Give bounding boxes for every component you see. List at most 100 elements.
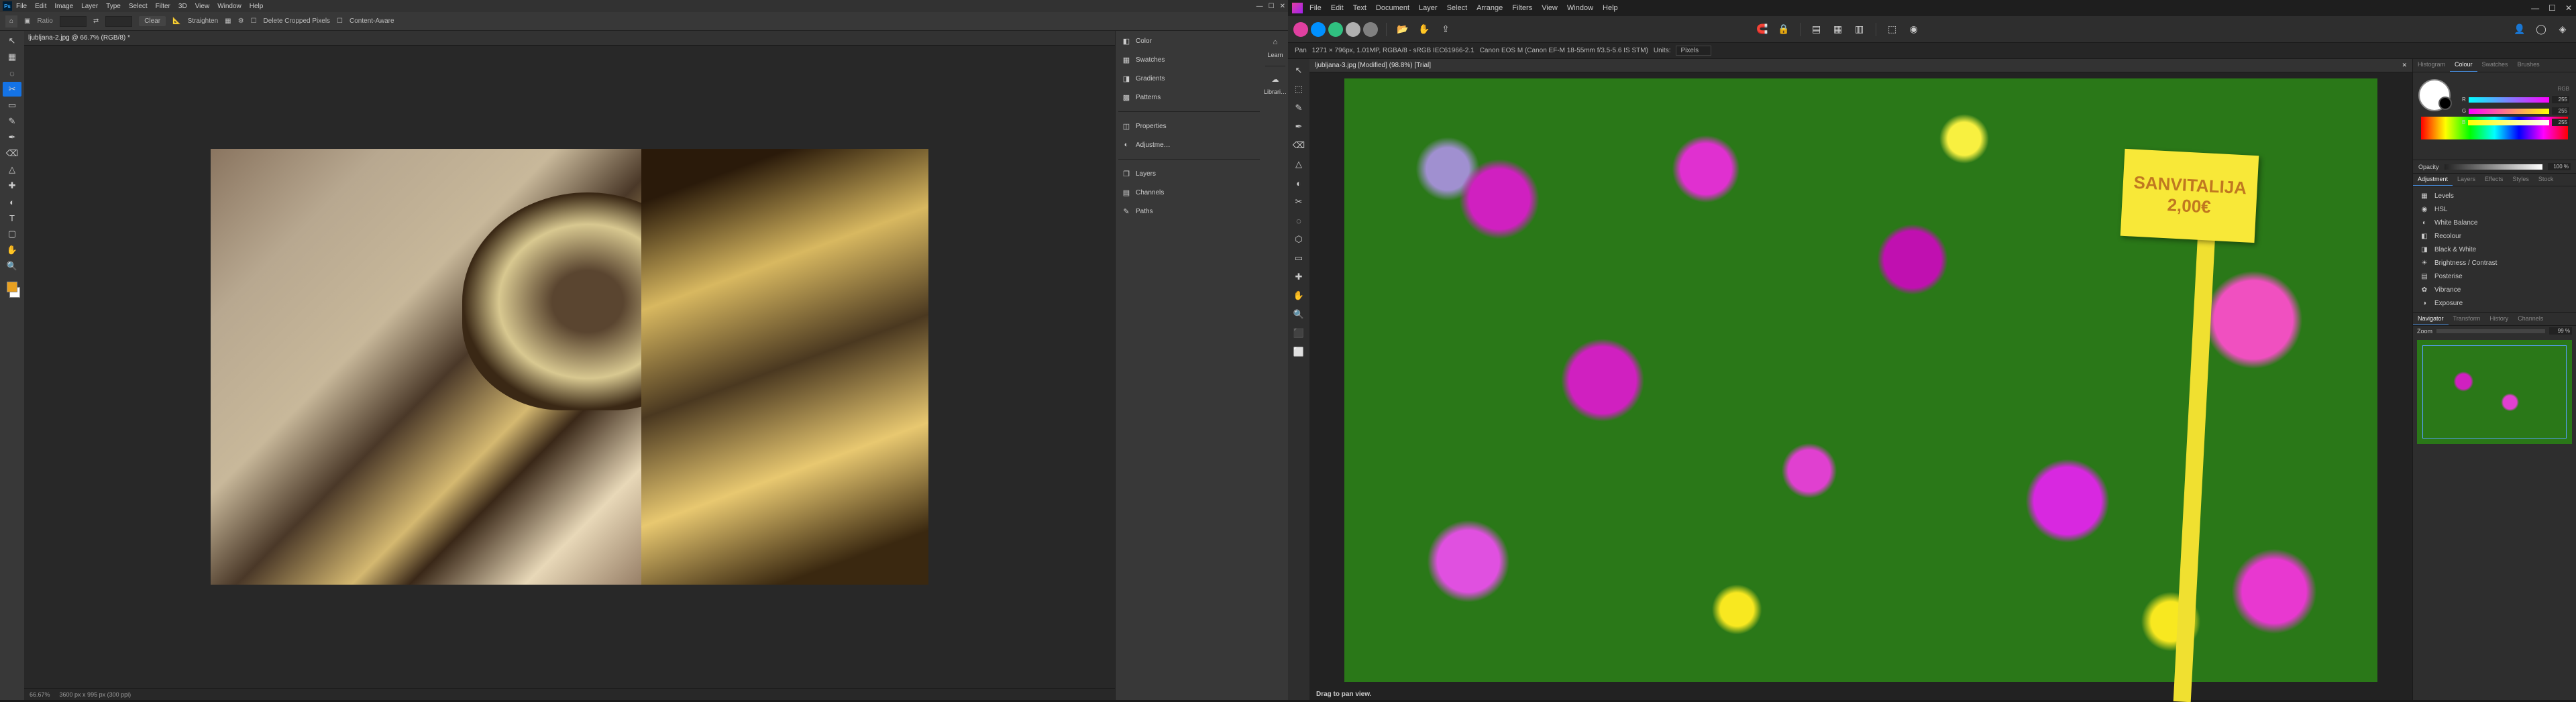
align-right-icon[interactable]: ▥ — [1851, 21, 1868, 38]
clear-button[interactable]: Clear — [139, 16, 166, 26]
panel-gradients[interactable]: ◨Gradients — [1118, 71, 1260, 86]
open-icon[interactable]: 📂 — [1395, 21, 1411, 38]
tab-swatches[interactable]: Swatches — [2477, 59, 2513, 72]
color-swatch-fg[interactable] — [7, 282, 17, 292]
delete-cropped-label[interactable]: Delete Cropped Pixels — [264, 17, 331, 25]
align-center-icon[interactable]: ▦ — [1830, 21, 1846, 38]
clone-tool[interactable]: ✚ — [3, 178, 21, 193]
move-tool[interactable]: ↖ — [3, 34, 21, 48]
panel-learn[interactable]: ⌂Learn — [1263, 35, 1288, 60]
af-menu-arrange[interactable]: Arrange — [1477, 4, 1503, 12]
rgb-mode-label[interactable]: RGB — [2462, 86, 2569, 92]
ps-menu-window[interactable]: Window — [217, 3, 241, 10]
b-slider[interactable] — [2468, 120, 2549, 125]
panel-adjustments[interactable]: ◐Adjustme… — [1118, 137, 1260, 152]
ps-document-tab[interactable]: ljubljana-2.jpg @ 66.7% (RGB/8) * — [24, 31, 1115, 46]
maximize-icon[interactable]: ☐ — [1269, 3, 1275, 10]
tab-close-icon[interactable]: ✕ — [2402, 62, 2407, 69]
af-document-tab[interactable]: ljubljana-3.jpg [Modified] (98.8%) [Tria… — [1309, 59, 2412, 72]
move-tool[interactable]: ↖ — [1290, 62, 1307, 79]
zoom-tool[interactable]: 🔍 — [3, 259, 21, 274]
fill-tool[interactable]: △ — [1290, 156, 1307, 173]
close-icon[interactable]: ✕ — [2565, 3, 2572, 13]
af-menu-text[interactable]: Text — [1353, 4, 1366, 12]
tab-layers[interactable]: Layers — [2453, 174, 2480, 186]
ps-menu-file[interactable]: File — [16, 3, 27, 10]
assistant-icon[interactable]: 👤 — [2512, 21, 2528, 38]
rectangle-tool[interactable]: ▭ — [1290, 249, 1307, 267]
panel-layers[interactable]: ❐Layers — [1118, 166, 1260, 181]
persona-export[interactable] — [1363, 22, 1378, 37]
ps-menu-layer[interactable]: Layer — [81, 3, 98, 10]
dodge-tool[interactable]: ◐ — [3, 194, 21, 209]
crop-tool[interactable]: ✂ — [3, 82, 21, 97]
ps-canvas[interactable] — [24, 46, 1115, 688]
tab-transform[interactable]: Transform — [2449, 313, 2485, 325]
zoom-value[interactable]: 99 % — [2549, 327, 2572, 335]
adj-vibrance[interactable]: ✿Vibrance — [2413, 283, 2576, 296]
align-left-icon[interactable]: ▤ — [1809, 21, 1825, 38]
minimize-icon[interactable]: — — [2531, 3, 2539, 13]
ps-menu-help[interactable]: Help — [250, 3, 264, 10]
ps-menu-view[interactable]: View — [195, 3, 210, 10]
content-aware-label[interactable]: Content-Aware — [350, 17, 394, 25]
ps-menu-3d[interactable]: 3D — [178, 3, 187, 10]
zoom-tool[interactable]: 🔍 — [1290, 306, 1307, 323]
adj-hsl[interactable]: ◉HSL — [2413, 202, 2576, 216]
gradient-tool[interactable]: △ — [3, 162, 21, 177]
af-menu-document[interactable]: Document — [1376, 4, 1409, 12]
erase-tool[interactable]: ⌫ — [1290, 137, 1307, 154]
home-icon[interactable]: ⌂ — [5, 15, 17, 27]
maximize-icon[interactable]: ☐ — [2548, 3, 2556, 13]
persona-develop[interactable] — [1328, 22, 1343, 37]
tab-channels[interactable]: Channels — [2513, 313, 2548, 325]
adj-white-balance[interactable]: ◐White Balance — [2413, 216, 2576, 229]
tab-colour[interactable]: Colour — [2450, 59, 2477, 72]
panel-libraries[interactable]: ☁Librari… — [1263, 72, 1288, 97]
units-select[interactable]: Pixels — [1676, 46, 1711, 56]
g-value[interactable]: 255 — [2552, 107, 2569, 115]
pencil-tool[interactable]: ✎ — [1290, 99, 1307, 117]
share-icon[interactable]: ⇪ — [1438, 21, 1454, 38]
minimize-icon[interactable]: — — [1256, 3, 1263, 10]
opacity-value[interactable]: 100 % — [2548, 163, 2571, 170]
brush-tool[interactable]: ✒ — [1290, 118, 1307, 135]
account-icon[interactable]: ◯ — [2533, 21, 2549, 38]
opacity-slider[interactable] — [2445, 164, 2542, 170]
adj-posterise[interactable]: ▤Posterise — [2413, 270, 2576, 283]
close-icon[interactable]: ✕ — [1280, 3, 1285, 10]
af-menu-layer[interactable]: Layer — [1419, 4, 1438, 12]
crop-tool-icon[interactable]: ▣ — [24, 17, 30, 25]
bg-swatch[interactable]: ⬜ — [1290, 343, 1307, 361]
panel-properties[interactable]: ◫Properties — [1118, 119, 1260, 133]
marquee-tool[interactable]: ▦ — [3, 50, 21, 64]
af-menu-window[interactable]: Window — [1567, 4, 1593, 12]
persona-tone[interactable] — [1346, 22, 1360, 37]
g-slider[interactable] — [2469, 109, 2549, 114]
adj-bw[interactable]: ◨Black & White — [2413, 243, 2576, 256]
lock-icon[interactable]: 🔒 — [1776, 21, 1792, 38]
straighten-icon[interactable]: 📐 — [172, 17, 180, 25]
shape-tool[interactable]: ▢ — [3, 227, 21, 241]
panel-paths[interactable]: ✎Paths — [1118, 204, 1260, 219]
panel-patterns[interactable]: ▩Patterns — [1118, 90, 1260, 105]
ratio-h-input[interactable] — [105, 16, 132, 27]
hand-tool[interactable]: ✋ — [1290, 287, 1307, 304]
fg-swatch[interactable]: ⬛ — [1290, 325, 1307, 342]
af-menu-filters[interactable]: Filters — [1512, 4, 1532, 12]
type-tool[interactable]: T — [3, 211, 21, 225]
tab-brushes[interactable]: Brushes — [2513, 59, 2544, 72]
colour-secondary-swatch[interactable] — [2438, 97, 2452, 110]
panel-channels[interactable]: ▤Channels — [1118, 185, 1260, 200]
r-value[interactable]: 255 — [2552, 96, 2569, 103]
shape-tool[interactable]: ⬡ — [1290, 231, 1307, 248]
tab-styles[interactable]: Styles — [2508, 174, 2534, 186]
navigator-preview[interactable] — [2417, 340, 2572, 444]
ratio-w-input[interactable] — [60, 16, 87, 27]
panel-swatches[interactable]: ▦Swatches — [1118, 52, 1260, 67]
ps-zoom-readout[interactable]: 66.67% — [30, 691, 50, 698]
crop-tool[interactable]: ✂ — [1290, 193, 1307, 211]
tab-navigator[interactable]: Navigator — [2413, 313, 2449, 325]
frame-tool[interactable]: ▭ — [3, 98, 21, 113]
swap-icon[interactable]: ⇄ — [93, 17, 99, 25]
